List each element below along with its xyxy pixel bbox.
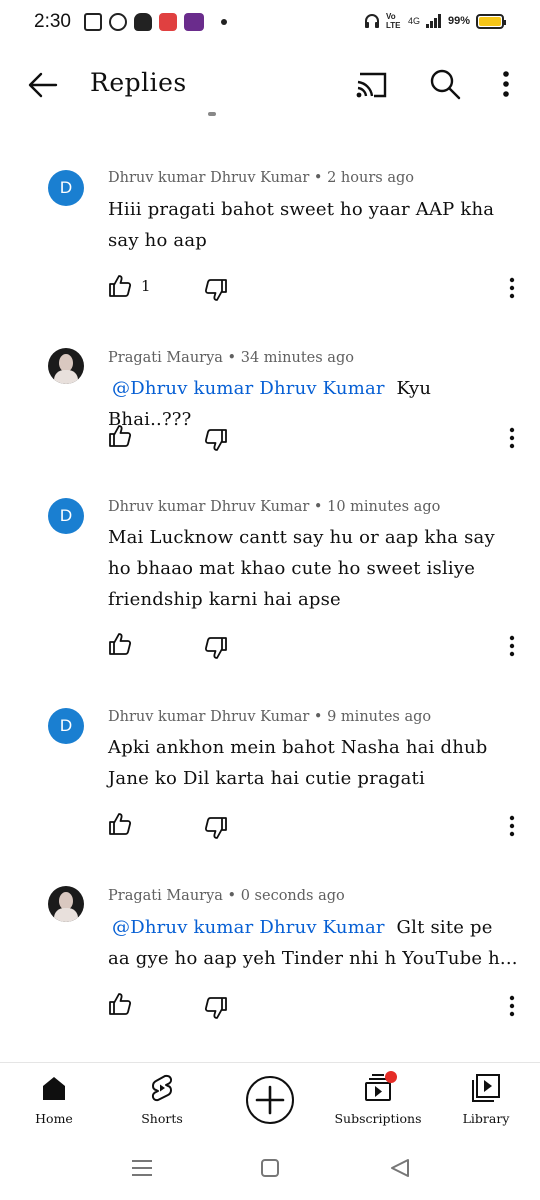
signal-icon — [425, 14, 441, 28]
comment-time: 9 minutes ago — [327, 709, 432, 725]
library-icon — [472, 1074, 500, 1102]
comment-author[interactable]: Dhruv kumar Dhruv Kumar — [108, 170, 309, 186]
more-notifications-dot-icon — [221, 19, 227, 25]
comment-mention[interactable]: @Dhruv kumar Dhruv Kumar — [108, 917, 385, 938]
new-content-dot-icon — [385, 1071, 397, 1083]
avatar[interactable]: D — [48, 498, 84, 534]
comment-actions: 1 — [108, 274, 528, 302]
battery-icon — [476, 13, 506, 29]
avatar[interactable] — [48, 348, 84, 384]
nav-home-label: Home — [35, 1111, 73, 1126]
nav-shorts-label: Shorts — [141, 1111, 183, 1126]
dislike-icon[interactable] — [204, 636, 228, 660]
whatsapp-notification-icon — [109, 13, 127, 31]
meta-separator: • — [227, 888, 237, 904]
network-type-label: 4G — [407, 16, 420, 26]
headphones-icon — [364, 14, 379, 28]
status-bar: 2:30 Vo LTE 4G 99% — [0, 0, 540, 46]
home-square-icon[interactable] — [258, 1156, 282, 1180]
comment-menu-icon[interactable] — [506, 814, 518, 838]
comment-time: 0 seconds ago — [240, 888, 345, 904]
comment-author[interactable]: Pragati Maurya — [108, 888, 223, 904]
comment-meta: Dhruv kumar Dhruv Kumar • 9 minutes ago — [108, 709, 431, 725]
comment-meta: Dhruv kumar Dhruv Kumar • 10 minutes ago — [108, 499, 440, 515]
more-vertical-icon[interactable] — [494, 68, 518, 102]
app-bar: Replies — [0, 46, 540, 122]
back-arrow-icon[interactable] — [26, 68, 60, 102]
avatar[interactable]: D — [48, 708, 84, 744]
avatar[interactable]: D — [48, 170, 84, 206]
system-status: Vo LTE 4G 99% — [364, 12, 506, 30]
cast-icon[interactable] — [354, 68, 390, 102]
battery-percent: 99% — [447, 15, 470, 27]
comment-text: Apki ankhon mein bahot Nasha hai dhub Ja… — [108, 732, 518, 794]
status-time: 2:30 — [34, 11, 71, 32]
like-icon[interactable] — [108, 424, 132, 448]
nav-subscriptions-label: Subscriptions — [334, 1111, 422, 1126]
avatar-letter: D — [59, 506, 73, 525]
comment-menu-icon[interactable] — [506, 426, 518, 450]
comment-menu-icon[interactable] — [506, 994, 518, 1018]
comment-menu-icon[interactable] — [506, 276, 518, 300]
nav-library[interactable]: Library — [456, 1073, 516, 1126]
meta-separator: • — [313, 499, 323, 515]
search-icon[interactable] — [428, 67, 462, 101]
comment-author[interactable]: Dhruv kumar Dhruv Kumar — [108, 709, 309, 725]
comment-actions — [108, 632, 528, 660]
avatar[interactable] — [48, 886, 84, 922]
nav-home[interactable]: Home — [30, 1073, 78, 1126]
comment-text: @Dhruv kumar Dhruv Kumar Glt site pe aa … — [108, 912, 518, 974]
create-button[interactable] — [245, 1075, 295, 1125]
comment-actions — [108, 812, 528, 840]
comment-text: Hiii pragati bahot sweet ho yaar AAP kha… — [108, 194, 518, 256]
snapchat-notification-icon — [134, 13, 152, 31]
nav-subscriptions[interactable]: Subscriptions — [330, 1071, 426, 1126]
like-icon[interactable] — [108, 992, 132, 1016]
like-icon[interactable] — [108, 274, 132, 298]
bottom-navigation: Home Shorts Subscriptions Library — [0, 1062, 540, 1140]
recents-menu-icon[interactable] — [130, 1156, 154, 1180]
comment-body: Apki ankhon mein bahot Nasha hai dhub Ja… — [108, 737, 488, 789]
like-icon[interactable] — [108, 632, 132, 656]
comment-meta: Dhruv kumar Dhruv Kumar • 2 hours ago — [108, 170, 414, 186]
comment-actions — [108, 424, 528, 452]
volte-label: Vo LTE — [385, 12, 401, 30]
avatar-letter: D — [59, 716, 73, 735]
avatar-letter: D — [59, 178, 73, 197]
dislike-icon[interactable] — [204, 428, 228, 452]
scroll-indicator — [208, 112, 216, 116]
comment-actions — [108, 992, 528, 1020]
shorts-icon — [151, 1074, 173, 1102]
comment-text: Mai Lucknow cantt say hu or aap kha say … — [108, 522, 518, 615]
meta-separator: • — [313, 709, 323, 725]
dislike-icon[interactable] — [204, 816, 228, 840]
notification-icons — [84, 13, 227, 31]
like-count: 1 — [141, 277, 151, 295]
comment-menu-icon[interactable] — [506, 634, 518, 658]
comment-meta: Pragati Maurya • 34 minutes ago — [108, 350, 354, 366]
news-notification-icon — [84, 13, 102, 31]
comment-time: 34 minutes ago — [240, 350, 354, 366]
yono-app-icon — [184, 13, 204, 31]
comment-author[interactable]: Dhruv kumar Dhruv Kumar — [108, 499, 309, 515]
home-icon — [43, 1077, 65, 1100]
comment-body: Mai Lucknow cantt say hu or aap kha say … — [108, 527, 495, 610]
page-title: Replies — [90, 68, 187, 97]
meta-separator: • — [227, 350, 237, 366]
like-icon[interactable] — [108, 812, 132, 836]
dislike-icon[interactable] — [204, 278, 228, 302]
dislike-icon[interactable] — [204, 996, 228, 1020]
meta-separator: • — [313, 170, 323, 186]
comment-mention[interactable]: @Dhruv kumar Dhruv Kumar — [108, 378, 385, 399]
comment-body: Hiii pragati bahot sweet ho yaar AAP kha… — [108, 199, 495, 251]
back-triangle-icon[interactable] — [388, 1156, 412, 1180]
comment-meta: Pragati Maurya • 0 seconds ago — [108, 888, 345, 904]
comment-time: 2 hours ago — [327, 170, 414, 186]
system-navigation-bar — [0, 1140, 540, 1200]
nav-library-label: Library — [462, 1111, 510, 1126]
screen-record-icon — [159, 13, 177, 31]
comment-time: 10 minutes ago — [327, 499, 441, 515]
nav-shorts[interactable]: Shorts — [136, 1073, 188, 1126]
comment-author[interactable]: Pragati Maurya — [108, 350, 223, 366]
